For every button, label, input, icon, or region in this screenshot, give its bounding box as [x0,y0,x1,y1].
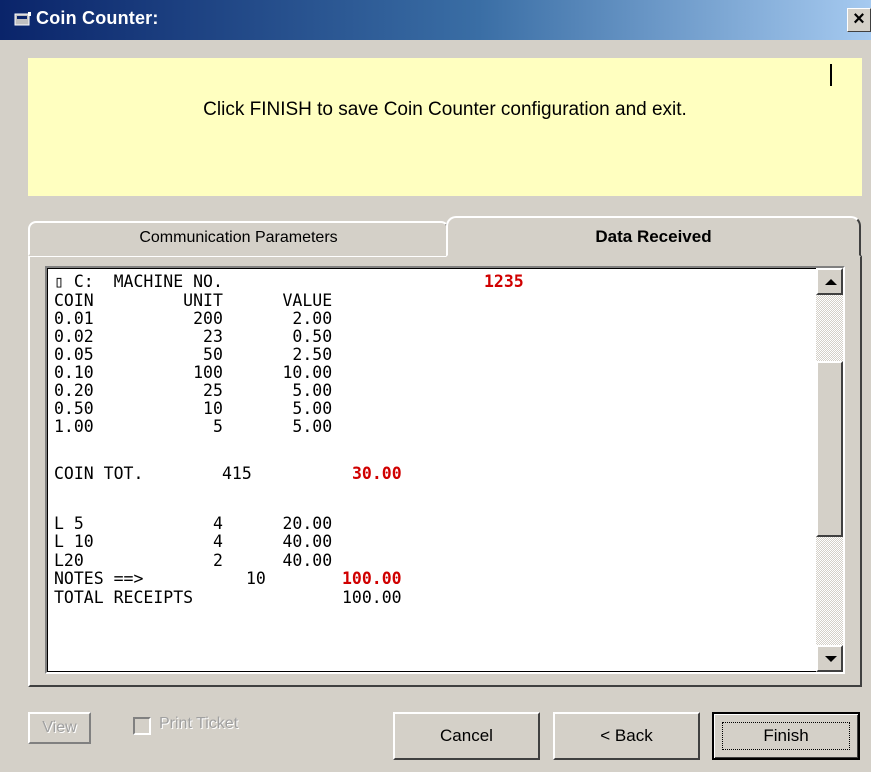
data-received-textbox[interactable]: ▯ C: MACHINE NO. 1235 COIN UNIT VALUE 0.0… [45,266,845,674]
scroll-down-button[interactable] [816,645,843,672]
total-receipts-label: TOTAL RECEIPTS [54,588,194,607]
notes-total-row: NOTES ==> 10 100.00 [54,570,814,588]
coin-counter-window: Coin Counter: × Click FINISH to save Coi… [0,0,871,772]
coin-row: 0.10 100 10.00 [54,363,333,382]
coin-row: 0.50 10 5.00 [54,399,333,418]
notes-units: 10 [246,569,266,588]
total-receipts-value: 100.00 [342,588,402,607]
print-ticket-label: Print Ticket [159,715,239,732]
machine-number: 1235 [484,272,524,291]
arrow-up-icon [825,279,837,285]
arrow-down-icon [825,656,837,662]
coin-total-value: 30.00 [352,464,402,483]
coin-total-label: COIN TOT. [54,464,144,483]
tab-data-received[interactable]: Data Received [446,216,861,257]
data-text-area[interactable]: ▯ C: MACHINE NO. 1235 COIN UNIT VALUE 0.0… [47,268,816,672]
notes-value: 100.00 [342,569,402,588]
machine-prefix: ▯ C: [54,272,94,291]
note-row: L20 2 40.00 [54,551,333,570]
coin-total-units: 415 [222,464,252,483]
coin-row: 0.20 25 5.00 [54,381,333,400]
finish-button[interactable]: Finish [712,712,860,760]
text-cursor [830,64,832,86]
notes-label: NOTES ==> [54,569,144,588]
scroll-thumb[interactable] [816,361,843,537]
focus-rectangle [722,722,850,750]
tab-label: Data Received [595,227,712,246]
tab-communication-parameters[interactable]: Communication Parameters [28,221,449,256]
note-row: L 5 4 20.00 [54,514,333,533]
close-icon: × [853,8,865,30]
print-ticket-checkbox[interactable] [133,717,151,735]
coin-header-row: COIN UNIT VALUE [54,291,333,310]
vertical-scrollbar[interactable] [816,268,843,672]
coin-total-row: COIN TOT. 415 30.00 [54,465,814,483]
cancel-button[interactable]: Cancel [393,712,540,760]
tab-label: Communication Parameters [139,229,338,246]
note-row: L 10 4 40.00 [54,532,333,551]
window-title: Coin Counter: [36,8,159,28]
coin-row: 0.02 23 0.50 [54,327,333,346]
coin-row: 0.05 50 2.50 [54,345,333,364]
view-button[interactable]: View [28,712,91,744]
instruction-message: Click FINISH to save Coin Counter config… [203,99,687,120]
message-panel: Click FINISH to save Coin Counter config… [28,58,862,196]
title-bar[interactable]: Coin Counter: × [0,0,871,40]
app-icon [14,12,31,26]
scroll-up-button[interactable] [816,268,843,295]
coin-row: 1.00 5 5.00 [54,417,333,436]
back-button[interactable]: < Back [553,712,700,760]
coin-row: 0.01 200 2.00 [54,309,333,328]
close-button[interactable]: × [847,8,871,32]
machine-row: ▯ C: MACHINE NO. 1235 [54,273,814,291]
machine-label: MACHINE NO. [113,272,223,291]
total-receipts-row: TOTAL RECEIPTS 100.00 [54,589,814,607]
